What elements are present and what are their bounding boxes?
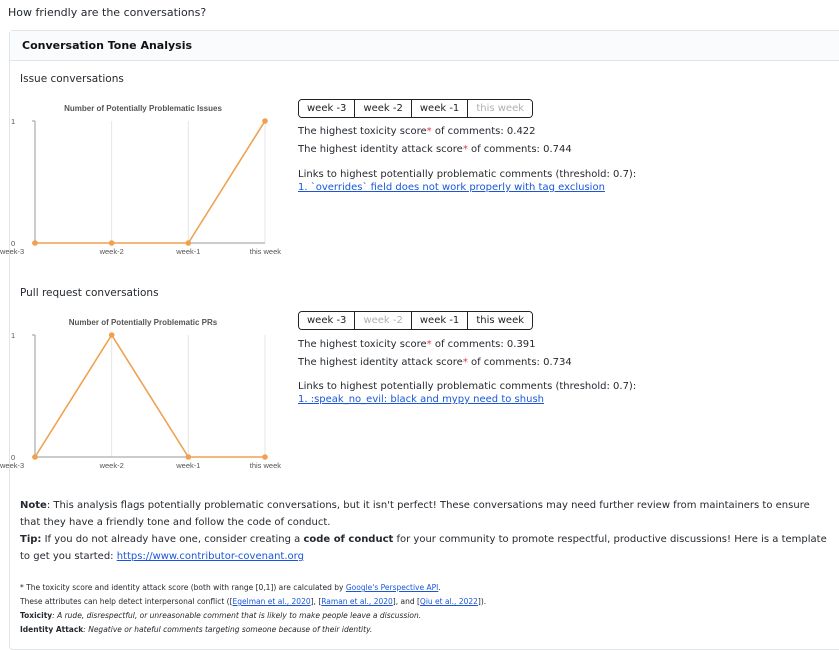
data-point [262, 454, 268, 460]
note-paragraph: Note: This analysis flags potentially pr… [20, 500, 810, 528]
issue-week-toggle: week -3 week -2 week -1 this week [298, 99, 534, 118]
issue-week-1-button[interactable]: week -1 [411, 100, 469, 117]
pr-identity-score: The highest identity attack score* of co… [298, 357, 572, 368]
pr-toxicity-score: The highest toxicity score* of comments:… [298, 339, 536, 350]
y-tick-label: 1 [11, 331, 15, 340]
data-point [32, 240, 38, 246]
pr-week-toggle: week -3 week -2 week -1 this week [298, 311, 534, 330]
footnote-api: * The toxicity score and identity attack… [20, 583, 441, 592]
egelman-link[interactable]: Egelman et al., 2020 [233, 597, 311, 606]
data-point [185, 454, 192, 460]
qiu-link[interactable]: Qiu et al., 2022 [420, 597, 478, 606]
issue-section-label: Issue conversations [20, 73, 124, 85]
footnote-identity-def: Identity Attack: Negative or hateful com… [20, 625, 373, 634]
prs-line-chart: Number of Potentially Problematic PRs01w… [0, 318, 282, 470]
chart-title: Number of Potentially Problematic Issues [64, 104, 222, 113]
x-tick-label: week-2 [99, 247, 124, 256]
data-point [32, 454, 38, 460]
issue-comment-link[interactable]: 1. `overrides` field does not work prope… [298, 182, 605, 193]
footnote-citations: These attributes can help detect interpe… [20, 597, 487, 606]
data-point [108, 240, 115, 246]
x-tick-label: this week [250, 461, 282, 470]
pr-week-3-button[interactable]: week -3 [299, 312, 356, 329]
x-tick-label: week-2 [99, 461, 124, 470]
data-point [108, 332, 115, 338]
issues-line-chart: Number of Potentially Problematic Issues… [0, 104, 282, 256]
tip-paragraph: Tip: If you do not already have one, con… [20, 534, 827, 562]
issue-toxicity-score: The highest toxicity score* of comments:… [298, 126, 536, 137]
covenant-link[interactable]: https://www.contributor-covenant.org [117, 551, 304, 562]
data-point [185, 240, 192, 246]
x-tick-label: this week [250, 247, 282, 256]
perspective-api-link[interactable]: Google's Perspective API [346, 583, 439, 592]
pr-week-2-button[interactable]: week -2 [355, 312, 412, 329]
x-tick-label: week-1 [175, 461, 200, 470]
x-tick-label: week-1 [175, 247, 200, 256]
data-point [262, 118, 268, 124]
series-line [35, 120, 266, 244]
issue-week-3-button[interactable]: week -3 [299, 100, 356, 117]
card-header: Conversation Tone Analysis [10, 31, 839, 61]
pr-links-label: Links to highest potentially problematic… [298, 381, 637, 392]
pr-this-week-button[interactable]: this week [468, 312, 533, 329]
pr-comment-link[interactable]: 1. :speak_no_evil: black and mypy need t… [298, 394, 544, 405]
issue-week-2-button[interactable]: week -2 [355, 100, 412, 117]
page-question: How friendly are the conversations? [8, 6, 207, 19]
issue-identity-score: The highest identity attack score* of co… [298, 144, 572, 155]
pr-section-label: Pull request conversations [20, 287, 159, 299]
card-title: Conversation Tone Analysis [22, 39, 193, 52]
footnote-toxicity-def: Toxicity: A rude, disrespectful, or unre… [20, 611, 422, 620]
chart-title: Number of Potentially Problematic PRs [69, 318, 218, 327]
x-tick-label: week-3 [0, 461, 24, 470]
pr-week-1-button[interactable]: week -1 [411, 312, 469, 329]
series-line [34, 333, 265, 458]
issue-this-week-button[interactable]: this week [468, 100, 533, 117]
x-tick-label: week-3 [0, 247, 24, 256]
issue-links-label: Links to highest potentially problematic… [298, 169, 637, 180]
raman-link[interactable]: Raman et al., 2020 [321, 597, 393, 606]
y-tick-label: 1 [11, 117, 15, 126]
